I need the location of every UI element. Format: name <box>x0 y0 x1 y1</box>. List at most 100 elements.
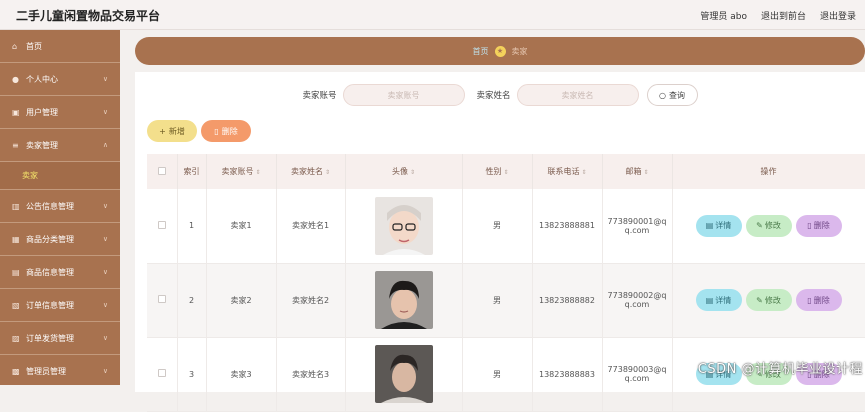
main-area: 首页 ★ 卖家 卖家账号 卖家姓名 ○ 查询 + 新增 ▯ 删除 <box>120 30 865 385</box>
user-icon: ● <box>12 75 21 84</box>
sidebar-item-announcements[interactable]: ▥ 公告信息管理 ∨ <box>0 190 120 223</box>
row-checkbox[interactable] <box>147 337 177 411</box>
sidebar-item-shipping[interactable]: ▨ 订单发货管理 ∨ <box>0 322 120 355</box>
trash-icon: ▯ <box>214 127 218 136</box>
back-to-front-link[interactable]: 退出到前台 <box>761 9 806 22</box>
sidebar-item-products[interactable]: ▤ 商品信息管理 ∨ <box>0 256 120 289</box>
sidebar-item-home[interactable]: ⌂ 首页 <box>0 30 120 63</box>
cell-account: 卖家2 <box>206 263 276 337</box>
cell-email: 773890003@qq.com <box>602 337 672 411</box>
shipping-icon: ▨ <box>12 334 21 343</box>
cell-email: 773890002@qq.com <box>602 263 672 337</box>
star-icon: ★ <box>495 46 506 57</box>
grid-icon: ▦ <box>12 235 21 244</box>
box-icon: ▤ <box>12 268 21 277</box>
sidebar-item-label: 商品分类管理 <box>26 234 74 245</box>
cell-index: 2 <box>177 263 206 337</box>
seller-name-input[interactable] <box>517 84 639 106</box>
cell-avatar <box>345 263 462 337</box>
edit-icon: ✎ <box>756 296 763 305</box>
chevron-down-icon: ∨ <box>103 75 108 83</box>
sort-icon: ⇕ <box>255 169 260 176</box>
sidebar-item-users[interactable]: ▣ 用户管理 ∨ <box>0 96 120 129</box>
sidebar-item-orders[interactable]: ▧ 订单信息管理 ∨ <box>0 289 120 322</box>
chevron-down-icon: ∨ <box>103 367 108 375</box>
cell-actions: ▤详情 ✎修改 ▯删除 <box>672 263 865 337</box>
select-all-checkbox[interactable] <box>147 154 177 189</box>
users-icon: ▣ <box>12 108 21 117</box>
cell-index: 1 <box>177 189 206 263</box>
list-icon: ≡ <box>12 141 21 150</box>
detail-icon: ▤ <box>706 221 714 230</box>
search-button-label: 查询 <box>669 90 685 101</box>
admin-label: 管理员 abo <box>700 9 747 22</box>
sidebar-item-label: 首页 <box>26 41 42 52</box>
sort-icon: ⇕ <box>643 169 648 176</box>
col-gender[interactable]: 性别⇕ <box>462 154 532 189</box>
trash-icon: ▯ <box>807 221 811 230</box>
row-checkbox[interactable] <box>147 189 177 263</box>
cell-account: 卖家3 <box>206 337 276 411</box>
delete-button[interactable]: ▯ 删除 <box>201 120 251 142</box>
sidebar-item-categories[interactable]: ▦ 商品分类管理 ∨ <box>0 223 120 256</box>
edit-button[interactable]: ✎修改 <box>746 215 792 237</box>
delete-button-label: 删除 <box>222 126 238 137</box>
col-name[interactable]: 卖家姓名⇕ <box>276 154 345 189</box>
logout-link[interactable]: 退出登录 <box>820 9 856 22</box>
add-button[interactable]: + 新增 <box>147 120 197 142</box>
chart-icon: ▥ <box>12 202 21 211</box>
sidebar-subitem-seller[interactable]: 卖家 <box>0 162 120 190</box>
cell-account: 卖家1 <box>206 189 276 263</box>
edit-button[interactable]: ✎修改 <box>746 289 792 311</box>
sidebar-item-label: 个人中心 <box>26 74 58 85</box>
chevron-down-icon: ∨ <box>103 235 108 243</box>
sort-icon: ⇕ <box>325 169 330 176</box>
seller-account-input[interactable] <box>343 84 465 106</box>
detail-icon: ▤ <box>706 296 714 305</box>
col-avatar[interactable]: 头像⇕ <box>345 154 462 189</box>
sidebar-item-label: 卖家管理 <box>26 140 58 151</box>
row-checkbox[interactable] <box>147 263 177 337</box>
add-button-label: 新增 <box>169 126 185 137</box>
col-email[interactable]: 邮箱⇕ <box>602 154 672 189</box>
cell-phone: 13823888881 <box>532 189 602 263</box>
col-phone[interactable]: 联系电话⇕ <box>532 154 602 189</box>
sidebar-item-label: 订单信息管理 <box>26 300 74 311</box>
cell-phone: 13823888882 <box>532 263 602 337</box>
avatar <box>375 197 433 255</box>
row-delete-button[interactable]: ▯删除 <box>796 289 842 311</box>
table-header: 索引 卖家账号⇕ 卖家姓名⇕ 头像⇕ 性别⇕ 联系电话⇕ 邮箱⇕ 操作 <box>147 154 865 189</box>
cell-actions: ▤详情 ✎修改 ▯删除 <box>672 189 865 263</box>
content-panel: 卖家账号 卖家姓名 ○ 查询 + 新增 ▯ 删除 <box>135 72 865 392</box>
table-row: 2 卖家2 卖家姓名2 男 13823888882 <box>147 263 865 337</box>
chevron-down-icon: ∨ <box>103 202 108 210</box>
sidebar-item-label: 用户管理 <box>26 107 58 118</box>
sidebar-item-admins[interactable]: ▩ 管理员管理 ∨ <box>0 355 120 385</box>
sidebar-item-sellers[interactable]: ≡ 卖家管理 ∧ <box>0 129 120 162</box>
order-icon: ▧ <box>12 301 21 310</box>
chevron-down-icon: ∨ <box>103 268 108 276</box>
sidebar-item-label: 商品信息管理 <box>26 267 74 278</box>
cell-avatar <box>345 189 462 263</box>
breadcrumb: 首页 ★ 卖家 <box>135 37 865 65</box>
cell-gender: 男 <box>462 189 532 263</box>
detail-button[interactable]: ▤详情 <box>696 215 742 237</box>
cell-gender: 男 <box>462 337 532 411</box>
col-account[interactable]: 卖家账号⇕ <box>206 154 276 189</box>
row-delete-button[interactable]: ▯删除 <box>796 215 842 237</box>
app-title: 二手儿童闲置物品交易平台 <box>16 7 160 24</box>
col-index: 索引 <box>177 154 206 189</box>
cell-name: 卖家姓名3 <box>276 337 345 411</box>
sidebar: ⌂ 首页 ● 个人中心 ∨ ▣ 用户管理 ∨ ≡ 卖家管理 ∧ 卖家 ▥ 公告信… <box>0 30 120 385</box>
admin-icon: ▩ <box>12 367 21 376</box>
search-button[interactable]: ○ 查询 <box>647 84 698 106</box>
name-label: 卖家姓名 <box>477 89 511 101</box>
col-actions: 操作 <box>672 154 865 189</box>
edit-icon: ✎ <box>756 221 763 230</box>
breadcrumb-home[interactable]: 首页 <box>473 46 489 57</box>
detail-button[interactable]: ▤详情 <box>696 289 742 311</box>
account-label: 卖家账号 <box>302 89 336 101</box>
chevron-up-icon: ∧ <box>103 141 108 149</box>
cell-email: 773890001@qq.com <box>602 189 672 263</box>
sidebar-item-profile[interactable]: ● 个人中心 ∨ <box>0 63 120 96</box>
